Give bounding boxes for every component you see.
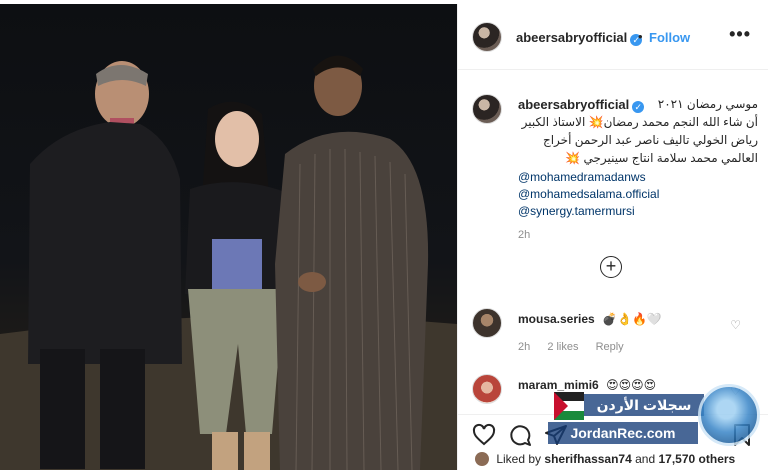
comment-icon[interactable] bbox=[508, 423, 532, 447]
commenter-avatar[interactable] bbox=[472, 374, 502, 404]
commenter-avatar[interactable] bbox=[472, 308, 502, 338]
separator-dot: • bbox=[638, 29, 643, 44]
comment-likes[interactable]: 2 likes bbox=[547, 341, 578, 353]
mention-link[interactable]: @mohamedramadanws bbox=[518, 170, 646, 184]
comment-row: mousa.series 💣👌🔥🤍 bbox=[518, 312, 662, 326]
more-options-icon[interactable]: ••• bbox=[729, 24, 751, 45]
author-username-text[interactable]: abeersabryofficial bbox=[516, 30, 627, 45]
watermark-english-text: JordanRec.com bbox=[548, 422, 698, 444]
commenter-username[interactable]: mousa.series bbox=[518, 312, 595, 326]
liker-avatar[interactable] bbox=[475, 452, 489, 466]
mention-link[interactable]: @synergy.tamermursi bbox=[518, 204, 635, 218]
caption-username-text[interactable]: abeersabryofficial bbox=[518, 97, 629, 112]
comment-time[interactable]: 2h bbox=[518, 341, 530, 353]
post-photo[interactable] bbox=[0, 4, 457, 470]
caption-timestamp[interactable]: 2h bbox=[518, 229, 530, 241]
author-avatar[interactable] bbox=[472, 22, 502, 52]
person-right bbox=[275, 55, 429, 470]
comment-text: 💣👌🔥🤍 bbox=[602, 312, 662, 326]
likes-summary: Liked by sherifhassan74 and 17,570 other… bbox=[475, 452, 735, 466]
plus-circle-icon[interactable]: + bbox=[600, 256, 622, 278]
globe-icon bbox=[698, 384, 760, 446]
caption-username[interactable]: abeersabryofficial ✓ bbox=[518, 97, 645, 113]
heart-icon[interactable] bbox=[472, 423, 496, 447]
likes-and: and bbox=[635, 452, 656, 466]
caption-line-2: أن شاء الله النجم محمد رمضان💥 الاستاذ ال… bbox=[521, 115, 758, 129]
reply-button[interactable]: Reply bbox=[596, 341, 624, 353]
watermark-arabic-text: سجلات الأردن bbox=[584, 394, 704, 416]
liker-username[interactable]: sherifhassan74 bbox=[544, 452, 631, 466]
likes-count[interactable]: 17,570 others bbox=[659, 452, 736, 466]
photo-illustration bbox=[0, 55, 457, 470]
author-username[interactable]: abeersabryofficial ✓ bbox=[516, 30, 643, 46]
caption-avatar[interactable] bbox=[472, 94, 502, 124]
caption-line-3: رياض الخولي تاليف ناصر عبد الرحمن أخراج bbox=[542, 133, 758, 147]
comment-like-icon[interactable]: ♡ bbox=[730, 318, 741, 332]
post-caption: abeersabryofficial ✓ موسي رمضان ٢٠٢١ أن ش… bbox=[458, 84, 768, 254]
post-header: abeersabryofficial ✓ • Follow ••• bbox=[458, 4, 768, 70]
flag-icon bbox=[554, 392, 584, 420]
instagram-post-window: abeersabryofficial ✓ • Follow ••• abeersa… bbox=[0, 0, 768, 470]
caption-line-1: موسي رمضان ٢٠٢١ bbox=[657, 97, 758, 111]
mention-link[interactable]: @mohamedsalama.official bbox=[518, 187, 659, 201]
likes-prefix: Liked by bbox=[496, 452, 542, 466]
watermark: سجلات الأردن JordanRec.com bbox=[548, 384, 762, 452]
caption-line-4: العالمي محمد سلامة انتاج سينيرجي 💥 bbox=[565, 151, 758, 165]
follow-button[interactable]: Follow bbox=[649, 30, 690, 45]
comment-meta: 2h 2 likes Reply bbox=[518, 341, 638, 353]
